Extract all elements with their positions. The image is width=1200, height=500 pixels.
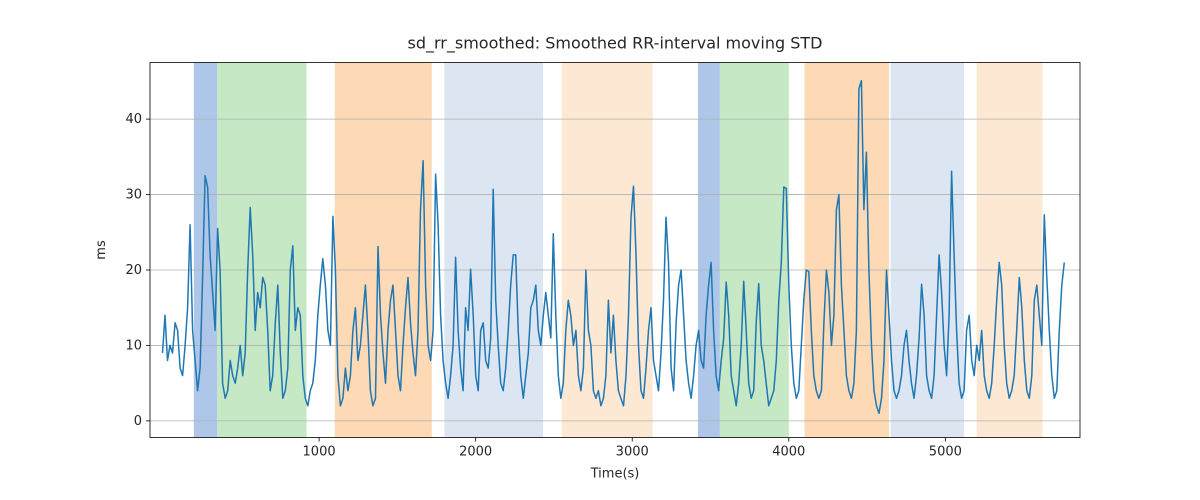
y-tick-label: 40 [125, 112, 142, 127]
y-tick-label: 0 [134, 414, 142, 429]
x-tick-label: 1000 [303, 445, 336, 460]
x-axis-label: Time(s) [590, 467, 640, 482]
line-chart: 1000 2000 3000 4000 5000 0 10 20 30 40 sd_rr_smoo… [0, 0, 1200, 500]
x-tick-label: 4000 [772, 445, 805, 460]
x-tick-label: 2000 [459, 445, 492, 460]
chart-container: 1000 2000 3000 4000 5000 0 10 20 30 40 sd_rr_smoo… [0, 0, 1200, 500]
x-tick-label: 3000 [616, 445, 649, 460]
y-tick-label: 20 [125, 263, 142, 278]
y-axis-label: ms [94, 240, 109, 260]
y-tick-label: 30 [125, 188, 142, 203]
chart-title: sd_rr_smoothed: Smoothed RR-interval mov… [408, 34, 823, 54]
x-tick-label: 5000 [929, 445, 962, 460]
y-tick-label: 10 [125, 338, 142, 353]
